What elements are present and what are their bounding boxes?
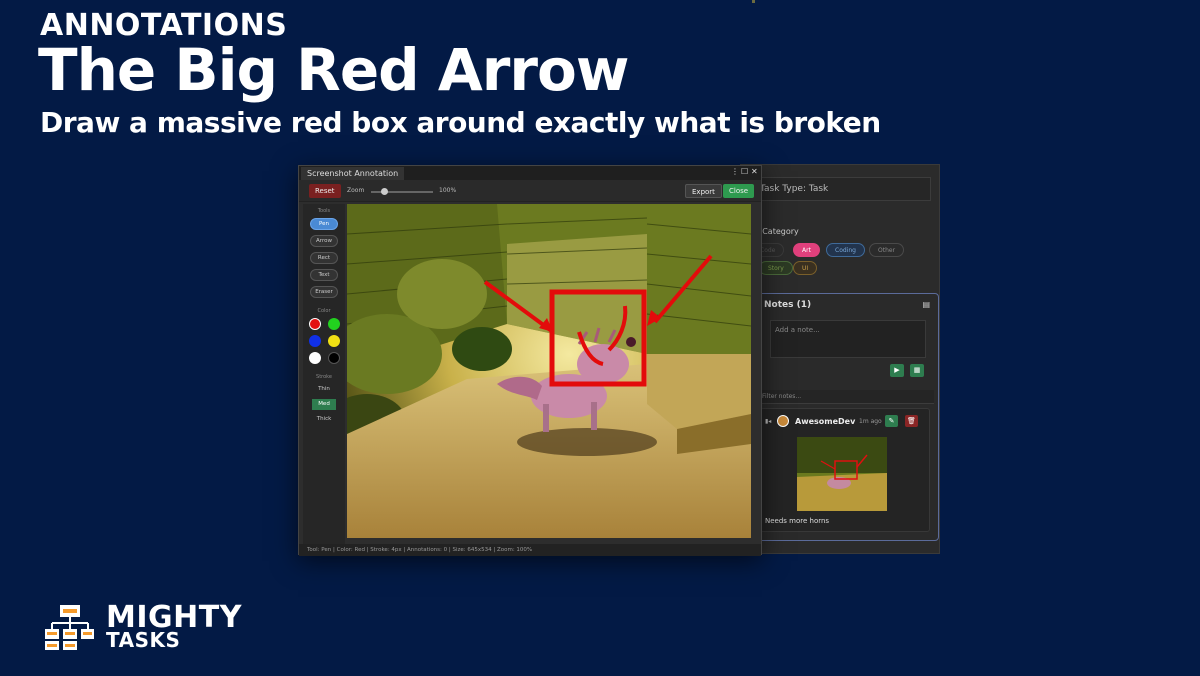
tool-arrow[interactable]: Arrow — [310, 235, 338, 247]
chip-coding[interactable]: Coding — [826, 243, 865, 257]
menu-icon[interactable]: ⋮ — [731, 167, 739, 176]
add-note-input[interactable]: Add a note... — [770, 320, 926, 358]
window-title: Screenshot Annotation — [301, 167, 405, 180]
task-type-field[interactable]: Task Type: Task — [751, 177, 931, 201]
status-bar: Tool: Pen | Color: Red | Stroke: 4px | A… — [299, 544, 761, 556]
zoom-value: 100% — [439, 187, 457, 194]
attach-video-icon[interactable]: ▶ — [890, 364, 904, 377]
export-button[interactable]: Export — [685, 184, 722, 198]
close-icon[interactable]: ✕ — [751, 167, 758, 176]
tool-text[interactable]: Text — [310, 269, 338, 281]
tool-pen[interactable]: Pen — [310, 218, 338, 230]
color-heading: Color — [317, 308, 331, 314]
video-icon: ▮◂ — [765, 418, 772, 425]
tool-rect[interactable]: Rect — [310, 252, 338, 264]
chip-other[interactable]: Other — [869, 243, 905, 257]
note-card: ▮◂ AwesomeDev 1m ago ✎ 🗑 Needs more horn… — [760, 408, 930, 532]
tool-eraser[interactable]: Eraser — [310, 286, 338, 298]
annotation-window: Screenshot Annotation ⋮ ☐ ✕ Reset Zoom 1… — [298, 165, 762, 556]
notes-title: Notes (1) — [764, 300, 812, 310]
clipboard-icon[interactable]: ▤ — [922, 300, 930, 309]
color-yellow[interactable] — [328, 335, 340, 347]
task-side-panel: Task Type: Task ill Category Code Art Co… — [740, 164, 940, 554]
chip-story[interactable]: Story — [759, 261, 793, 275]
brand-sub: TASKS — [106, 628, 181, 652]
stroke-med[interactable]: Med — [312, 399, 336, 410]
add-note-button[interactable]: ▦ — [910, 364, 924, 377]
stroke-thick[interactable]: Thick — [312, 414, 336, 425]
mighty-tasks-logo — [45, 605, 94, 650]
note-thumbnail[interactable] — [797, 437, 887, 511]
avatar — [777, 415, 789, 427]
notes-panel: Notes (1) ▤ Add a note... ▶ ▦ Filter not… — [755, 293, 939, 541]
stroke-thin[interactable]: Thin — [312, 384, 336, 395]
tools-palette: Tools Pen Arrow Rect Text Eraser Color S… — [303, 204, 345, 544]
top-marker — [752, 0, 755, 3]
window-titlebar[interactable]: Screenshot Annotation ⋮ ☐ ✕ — [299, 166, 761, 180]
hero-title: The Big Red Arrow — [38, 36, 629, 104]
delete-note-icon[interactable]: 🗑 — [905, 415, 918, 427]
reset-button[interactable]: Reset — [309, 184, 341, 198]
color-red[interactable] — [309, 318, 321, 330]
note-text: Needs more horns — [765, 517, 830, 525]
annotation-toolbar: Reset Zoom 100% Export Close — [299, 180, 761, 202]
color-black[interactable] — [328, 352, 340, 364]
stroke-heading: Stroke — [316, 374, 332, 380]
color-white[interactable] — [309, 352, 321, 364]
color-blue[interactable] — [309, 335, 321, 347]
screenshot-image — [347, 204, 751, 538]
filter-notes-input[interactable]: Filter notes... — [758, 390, 934, 404]
zoom-label: Zoom — [347, 187, 365, 194]
chip-art[interactable]: Art — [793, 243, 820, 257]
chip-ui[interactable]: UI — [793, 261, 818, 275]
maximize-icon[interactable]: ☐ — [741, 167, 748, 176]
tools-heading: Tools — [317, 208, 331, 214]
edit-note-icon[interactable]: ✎ — [885, 415, 898, 427]
annotation-canvas[interactable] — [347, 204, 751, 538]
note-time: 1m ago — [859, 418, 882, 425]
note-author: AwesomeDev — [795, 417, 856, 426]
color-green[interactable] — [328, 318, 340, 330]
hero-subtitle: Draw a massive red box around exactly wh… — [40, 106, 881, 139]
zoom-slider-handle[interactable] — [381, 188, 388, 195]
close-button[interactable]: Close — [723, 184, 755, 198]
